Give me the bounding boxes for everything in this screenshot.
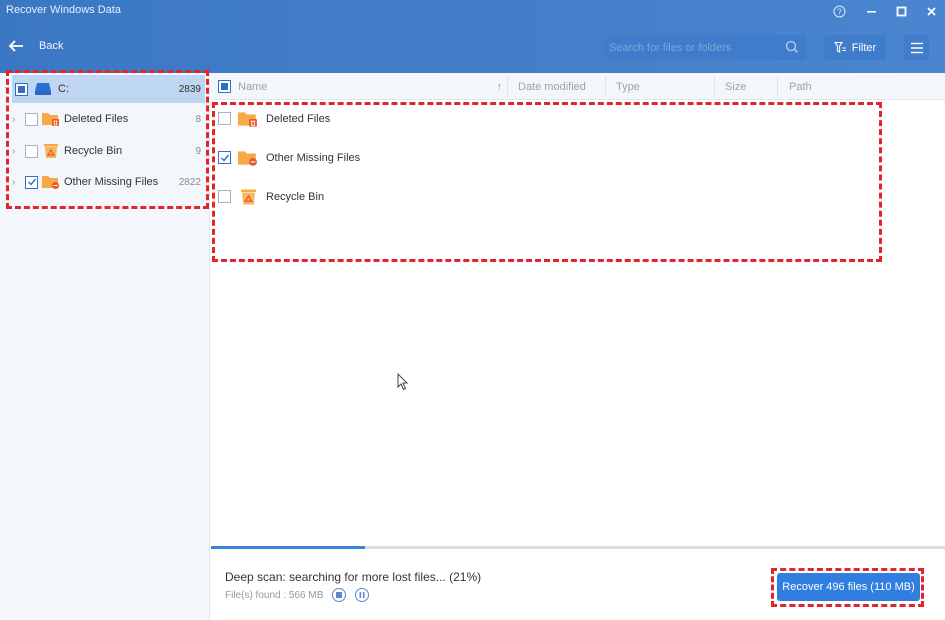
sort-ascending-icon[interactable]: ↑ <box>497 81 503 93</box>
minimize-button[interactable] <box>862 2 880 20</box>
help-icon: ? <box>833 5 845 17</box>
help-button[interactable]: ? <box>830 2 848 20</box>
scan-progress-bar <box>211 546 945 549</box>
filter-button[interactable]: Filter <box>824 35 886 60</box>
collapse-chevron-icon[interactable]: ⌄ <box>3 81 11 92</box>
hamburger-menu-icon <box>910 42 923 53</box>
recycle-bin-count: 9 <box>195 145 201 157</box>
pause-icon <box>359 592 365 598</box>
table-row[interactable]: Recycle Bin <box>211 177 945 216</box>
table-row[interactable]: Deleted Files <box>211 99 945 138</box>
column-divider[interactable] <box>714 76 715 97</box>
column-name-label: Name <box>238 80 268 93</box>
stop-scan-button[interactable] <box>332 588 347 602</box>
sidebar-tree: ⌄ C: 2839 › Deleted Files 8 › Recycle Bi… <box>0 73 210 620</box>
menu-button[interactable] <box>904 35 929 60</box>
filter-label: Filter <box>851 41 877 54</box>
expand-chevron-icon[interactable]: › <box>12 177 15 188</box>
column-header-path[interactable]: Path <box>789 73 812 100</box>
window-title: Recover Windows Data <box>6 4 121 16</box>
column-header-type[interactable]: Type <box>616 73 640 100</box>
drive-c-checkbox[interactable] <box>15 82 28 96</box>
file-list-panel: Name ↑ Date modified Type Size Path Dele… <box>211 73 945 620</box>
drive-icon <box>35 83 51 95</box>
other-missing-files-checkbox[interactable] <box>25 175 38 189</box>
row-checkbox[interactable] <box>218 112 231 125</box>
missing-folder-icon <box>238 150 257 166</box>
row-name: Deleted Files <box>266 112 331 125</box>
back-label: Back <box>39 40 64 52</box>
search-box[interactable] <box>604 35 807 60</box>
tree-item-deleted-files[interactable]: › Deleted Files 8 <box>0 104 209 134</box>
recycle-bin-checkbox[interactable] <box>25 144 38 158</box>
svg-text:?: ? <box>837 7 842 16</box>
deleted-files-label: Deleted Files <box>64 113 129 125</box>
tree-item-recycle-bin[interactable]: › Recycle Bin 9 <box>0 136 209 166</box>
close-button[interactable] <box>922 2 940 20</box>
table-header: Name ↑ Date modified Type Size Path <box>211 73 945 100</box>
row-checkbox[interactable] <box>218 190 231 203</box>
tree-item-other-missing-files[interactable]: › Other Missing Files 2822 <box>0 167 209 197</box>
scan-status-details: File(s) found : 566 MB <box>225 588 370 602</box>
deleted-folder-icon <box>238 111 257 127</box>
column-date-label: Date modified <box>518 80 586 93</box>
other-missing-files-count: 2822 <box>178 176 201 188</box>
search-input[interactable] <box>609 41 779 54</box>
stop-icon <box>336 592 343 598</box>
close-icon <box>926 6 936 16</box>
other-missing-files-label: Other Missing Files <box>64 176 159 188</box>
table-row[interactable]: Other Missing Files <box>211 138 945 177</box>
expand-chevron-icon[interactable]: › <box>12 114 15 125</box>
tree-item-drive-c[interactable]: C: 2839 <box>12 75 205 103</box>
files-found-label: File(s) found : 566 MB <box>225 589 324 601</box>
minimize-icon <box>866 10 876 13</box>
scan-progress-fill <box>211 546 366 549</box>
deleted-files-checkbox[interactable] <box>25 112 38 126</box>
back-arrow-icon <box>8 40 23 52</box>
search-icon[interactable] <box>785 40 799 54</box>
app-header: Recover Windows Data ? Back Filter <box>0 0 945 73</box>
column-header-name[interactable]: Name ↑ <box>238 73 508 100</box>
filter-icon <box>833 41 846 53</box>
column-size-label: Size <box>725 80 747 93</box>
deleted-folder-icon <box>42 113 59 126</box>
recover-windows-data-app: Recover Windows Data ? Back Filter <box>0 0 945 620</box>
column-divider[interactable] <box>507 76 508 97</box>
column-header-size[interactable]: Size <box>725 73 746 100</box>
expand-chevron-icon[interactable]: › <box>12 146 15 157</box>
column-header-date-modified[interactable]: Date modified <box>518 73 586 100</box>
recover-button[interactable]: Recover 496 files (110 MB) <box>777 573 920 601</box>
recycle-bin-icon <box>241 189 256 204</box>
select-all-checkbox[interactable] <box>218 80 231 93</box>
missing-folder-icon <box>42 176 59 189</box>
drive-c-label: C: <box>58 83 69 95</box>
checkmark-icon <box>220 154 229 162</box>
checkmark-icon <box>27 178 36 186</box>
column-divider[interactable] <box>777 76 778 97</box>
column-type-label: Type <box>616 80 640 93</box>
row-name: Other Missing Files <box>266 151 361 164</box>
deleted-files-count: 8 <box>195 113 201 125</box>
column-path-label: Path <box>789 80 812 93</box>
scan-status-message: Deep scan: searching for more lost files… <box>225 570 482 584</box>
back-button[interactable]: Back <box>8 39 63 53</box>
pause-scan-button[interactable] <box>355 588 370 602</box>
column-divider[interactable] <box>605 76 606 97</box>
row-checkbox[interactable] <box>218 151 231 164</box>
recycle-bin-icon <box>44 144 58 158</box>
mouse-cursor-icon <box>397 373 409 391</box>
maximize-button[interactable] <box>892 2 910 20</box>
recycle-bin-label: Recycle Bin <box>64 145 123 157</box>
row-name: Recycle Bin <box>266 190 325 203</box>
drive-c-count: 2839 <box>178 83 201 95</box>
maximize-icon <box>896 6 906 16</box>
